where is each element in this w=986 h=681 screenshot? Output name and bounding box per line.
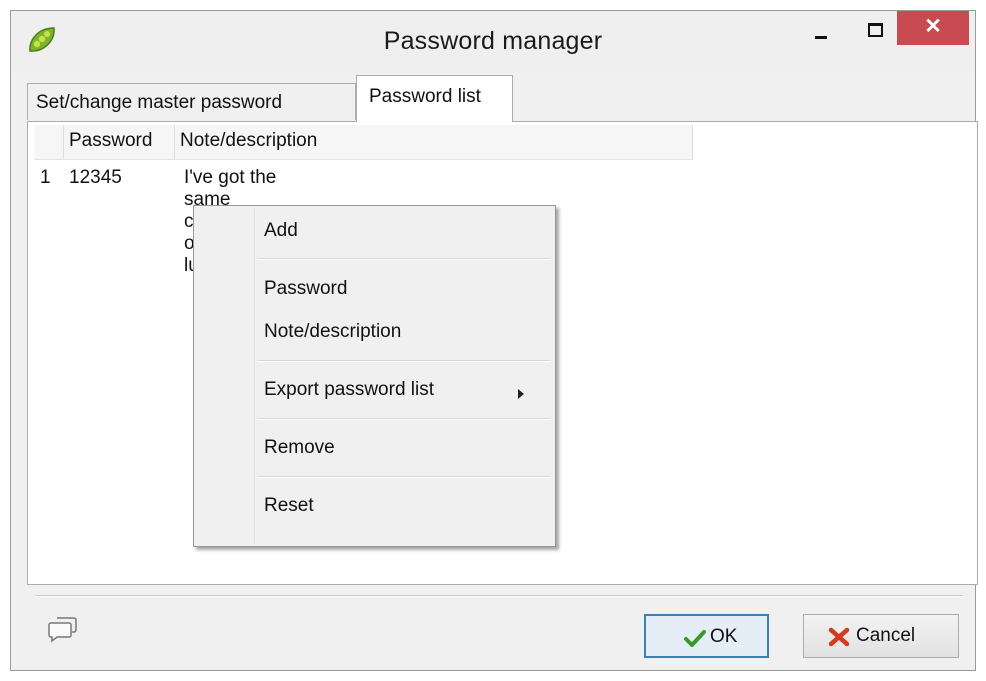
close-button[interactable]: ✕	[897, 11, 969, 45]
password-cell[interactable]: 12345	[69, 167, 122, 189]
cancel-button[interactable]: Cancel	[803, 614, 959, 658]
menu-item-add[interactable]: Add	[264, 220, 298, 242]
menu-separator	[257, 258, 551, 260]
row-index: 1	[40, 167, 51, 188]
column-separator[interactable]	[692, 125, 693, 159]
menu-item-password[interactable]: Password	[264, 278, 347, 300]
footer-divider	[35, 595, 963, 597]
close-icon: ✕	[924, 15, 942, 38]
column-header-password[interactable]: Password	[69, 130, 152, 152]
menu-item-reset[interactable]: Reset	[264, 495, 314, 517]
menu-item-export-password-list[interactable]: Export password list	[264, 379, 434, 401]
menu-separator	[257, 360, 551, 362]
ok-label: OK	[710, 626, 738, 647]
tab-label: Password list	[369, 86, 481, 107]
column-separator[interactable]	[63, 125, 64, 159]
speech-bubbles-icon[interactable]	[48, 615, 78, 643]
password-manager-window: Password manager ✕ Set/change master pas…	[10, 10, 978, 671]
menu-icon-gutter	[254, 208, 255, 544]
column-separator[interactable]	[174, 125, 175, 159]
tab-password-list[interactable]: Password list	[356, 75, 513, 122]
context-menu: Add Password Note/description Export pas…	[193, 205, 556, 547]
maximize-button[interactable]	[857, 11, 893, 45]
title-bar[interactable]: Password manager ✕	[11, 11, 975, 73]
cancel-label: Cancel	[856, 625, 916, 646]
menu-item-note-description[interactable]: Note/description	[264, 321, 401, 343]
tab-label: Set/change master password	[36, 92, 283, 113]
column-header-note[interactable]: Note/description	[180, 130, 317, 152]
menu-separator	[257, 418, 551, 420]
submenu-arrow-icon	[518, 389, 524, 399]
grid-header: Password Note/description	[34, 125, 693, 160]
red-x-icon	[828, 627, 850, 647]
menu-item-remove[interactable]: Remove	[264, 437, 335, 459]
checkmark-icon	[684, 630, 706, 647]
ok-button[interactable]: OK	[644, 614, 769, 658]
menu-separator	[257, 476, 551, 478]
tab-set-change-master-password[interactable]: Set/change master password	[27, 83, 356, 120]
minimize-button[interactable]	[805, 11, 841, 45]
